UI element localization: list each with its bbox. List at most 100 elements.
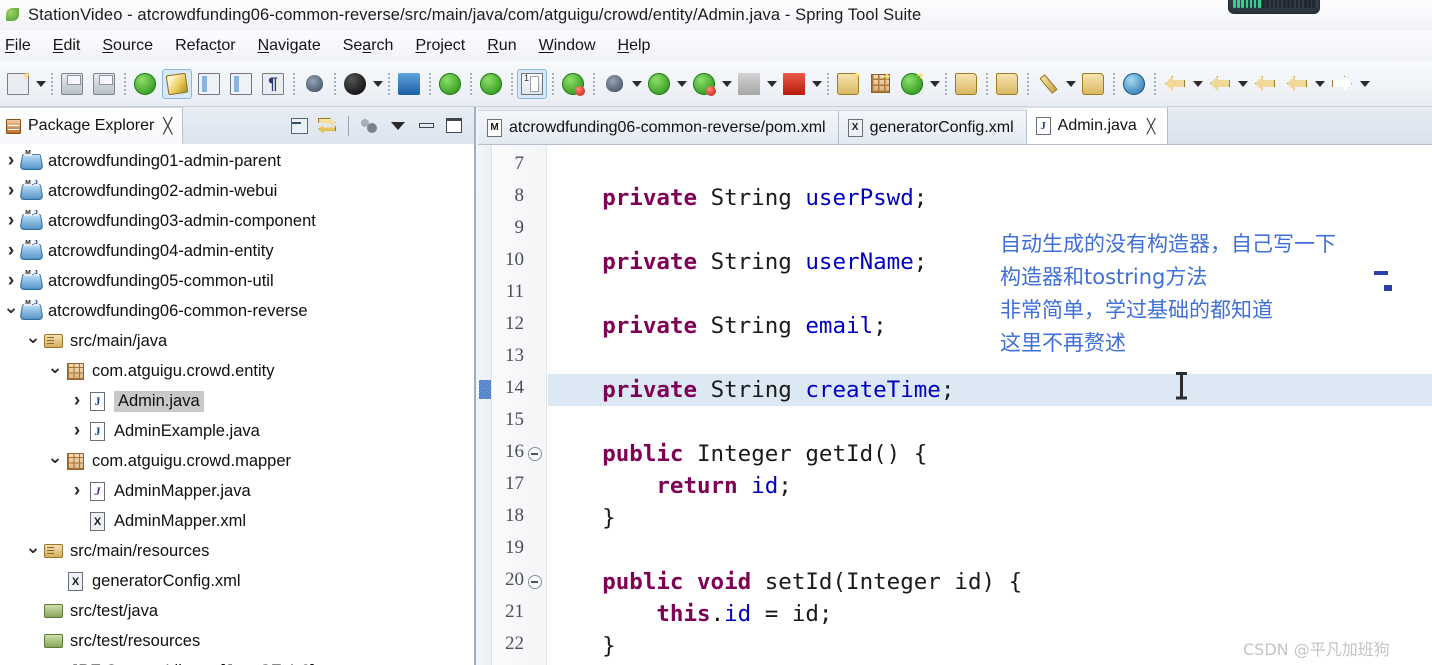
paragraph-marks-button[interactable] [258, 69, 288, 99]
chevron-down-icon[interactable] [1191, 71, 1204, 97]
main-toolbar[interactable] [0, 61, 1432, 107]
maximize-icon[interactable] [442, 114, 466, 138]
code-line[interactable]: private String userPswd; [548, 182, 1432, 214]
new-java-project-button[interactable] [833, 69, 863, 99]
chevron-down-icon[interactable] [24, 541, 42, 562]
tab-package-explorer[interactable]: Package Explorer ╳ [0, 107, 184, 144]
code-text[interactable]: private String userPswd; private String … [548, 145, 1432, 665]
show-whitespace-button[interactable] [226, 69, 256, 99]
fold-collapse-icon[interactable] [527, 446, 542, 461]
menu-edit[interactable]: Edit [42, 35, 92, 57]
chevron-right-icon[interactable] [2, 240, 20, 262]
user-profile-button[interactable] [340, 69, 370, 99]
chevron-down-icon[interactable] [810, 71, 823, 97]
run-coverage-button[interactable] [689, 69, 719, 99]
menu-file[interactable]: File [0, 35, 42, 57]
dump-config-button[interactable] [299, 69, 329, 99]
next-annotation-button[interactable] [1160, 69, 1190, 99]
code-line[interactable] [548, 406, 1432, 438]
back-history-button[interactable] [1250, 69, 1280, 99]
open-perspective-button[interactable] [951, 69, 981, 99]
chevron-right-icon[interactable] [2, 180, 20, 202]
tree-item-com-atguigu-crowd-mapper[interactable]: com.atguigu.crowd.mapper [0, 446, 474, 476]
code-line[interactable]: public Integer getId() { [548, 438, 1432, 470]
chevron-down-icon[interactable] [630, 71, 643, 97]
problems-button[interactable] [558, 69, 588, 99]
menu-run[interactable]: Run [476, 35, 527, 57]
search-tool-button[interactable] [992, 69, 1022, 99]
tree-item-atcrowdfunding02-admin-webui[interactable]: atcrowdfunding02-admin-webui [0, 176, 474, 206]
code-line[interactable]: public void setId(Integer id) { [548, 566, 1432, 598]
forward-button[interactable] [1327, 69, 1357, 99]
minimize-icon[interactable] [414, 114, 438, 138]
open-console-button[interactable] [394, 69, 424, 99]
open-browser-button[interactable] [1119, 69, 1149, 99]
chevron-down-icon[interactable] [46, 451, 64, 472]
save-all-button[interactable] [89, 69, 119, 99]
annotation-edit-button[interactable] [1033, 69, 1063, 99]
tree-item-atcrowdfunding03-admin-component[interactable]: atcrowdfunding03-admin-component [0, 206, 474, 236]
chevron-down-icon[interactable] [1064, 71, 1077, 97]
chevron-down-icon[interactable] [675, 71, 688, 97]
chevron-down-icon[interactable] [765, 71, 778, 97]
code-line[interactable] [548, 150, 1432, 182]
chevron-down-icon[interactable] [24, 331, 42, 352]
chevron-right-icon[interactable] [68, 480, 86, 502]
open-resource-button[interactable] [1078, 69, 1108, 99]
menu-refactor[interactable]: Refactor [164, 35, 246, 57]
chevron-right-icon[interactable] [2, 210, 20, 232]
chevron-down-icon[interactable] [386, 114, 410, 138]
code-line[interactable] [548, 534, 1432, 566]
chevron-right-icon[interactable] [2, 270, 20, 292]
new-wizard-button[interactable] [3, 69, 33, 99]
close-icon[interactable]: ╳ [163, 117, 172, 135]
boot-dashboard-button[interactable] [476, 69, 506, 99]
chevron-down-icon[interactable] [1358, 71, 1371, 97]
chevron-down-icon[interactable] [371, 71, 384, 97]
new-class-button[interactable] [897, 69, 927, 99]
collapse-all-icon[interactable] [287, 114, 311, 138]
run-button[interactable] [644, 69, 674, 99]
tree-item-src-test-resources[interactable]: src/test/resources [0, 626, 474, 656]
package-explorer-toolbar[interactable] [287, 114, 474, 138]
menu-window[interactable]: Window [528, 35, 607, 57]
tree-item-src-test-java[interactable]: src/test/java [0, 596, 474, 626]
menu-bar[interactable]: File Edit Source Refactor Navigate Search Proj… [0, 30, 1432, 61]
code-editor[interactable]: 7 8 9 10 11 12 13 14 15 16 17 18 19 20 21 22 private St… [478, 145, 1432, 665]
tree-item-atcrowdfunding06-common-reverse[interactable]: atcrowdfunding06-common-reverse [0, 296, 474, 326]
menu-help[interactable]: Help [607, 35, 662, 57]
annotation-ruler[interactable] [478, 145, 492, 665]
tree-item-adminexample-java[interactable]: AdminExample.java [0, 416, 474, 446]
working-sets-icon[interactable] [358, 114, 382, 138]
terminate-button[interactable] [734, 69, 764, 99]
chevron-down-icon[interactable] [46, 361, 64, 382]
chevron-down-icon[interactable] [720, 71, 733, 97]
menu-source[interactable]: Source [91, 35, 164, 57]
fold-collapse-icon[interactable] [527, 574, 542, 589]
debug-button[interactable] [599, 69, 629, 99]
close-icon[interactable]: ╳ [1147, 118, 1155, 135]
link-editor-icon[interactable] [315, 114, 339, 138]
new-package-button[interactable] [865, 69, 895, 99]
editor-tab-atcrowdfunding06-common-reverse-pom-xml[interactable]: atcrowdfunding06-common-reverse/pom.xml [478, 110, 839, 144]
chevron-right-icon[interactable] [68, 390, 86, 412]
chevron-down-icon[interactable] [1313, 71, 1326, 97]
tree-item-atcrowdfunding04-admin-entity[interactable]: atcrowdfunding04-admin-entity [0, 236, 474, 266]
open-type-button[interactable] [194, 69, 224, 99]
back-button[interactable] [1282, 69, 1312, 99]
external-tools-button[interactable] [779, 69, 809, 99]
editor-tab-bar[interactable]: atcrowdfunding06-common-reverse/pom.xml g… [478, 106, 1432, 145]
editor-tab-admin-java[interactable]: Admin.java ╳ [1026, 106, 1169, 144]
tree-item-src-main-java[interactable]: src/main/java [0, 326, 474, 356]
chevron-down-icon[interactable] [1236, 71, 1249, 97]
code-line[interactable]: private String createTime; [548, 374, 1432, 406]
chevron-right-icon[interactable] [2, 150, 20, 172]
menu-search[interactable]: Search [332, 35, 405, 57]
chevron-down-icon[interactable] [2, 301, 20, 322]
skip-breakpoints-button[interactable] [435, 69, 465, 99]
chevron-down-icon[interactable] [34, 71, 47, 97]
tree-item-generatorconfig-xml[interactable]: generatorConfig.xml [0, 566, 474, 596]
overview-marker[interactable] [1384, 285, 1392, 291]
editor-tab-generatorconfig-xml[interactable]: generatorConfig.xml [838, 110, 1027, 144]
chevron-down-icon[interactable] [928, 71, 941, 97]
